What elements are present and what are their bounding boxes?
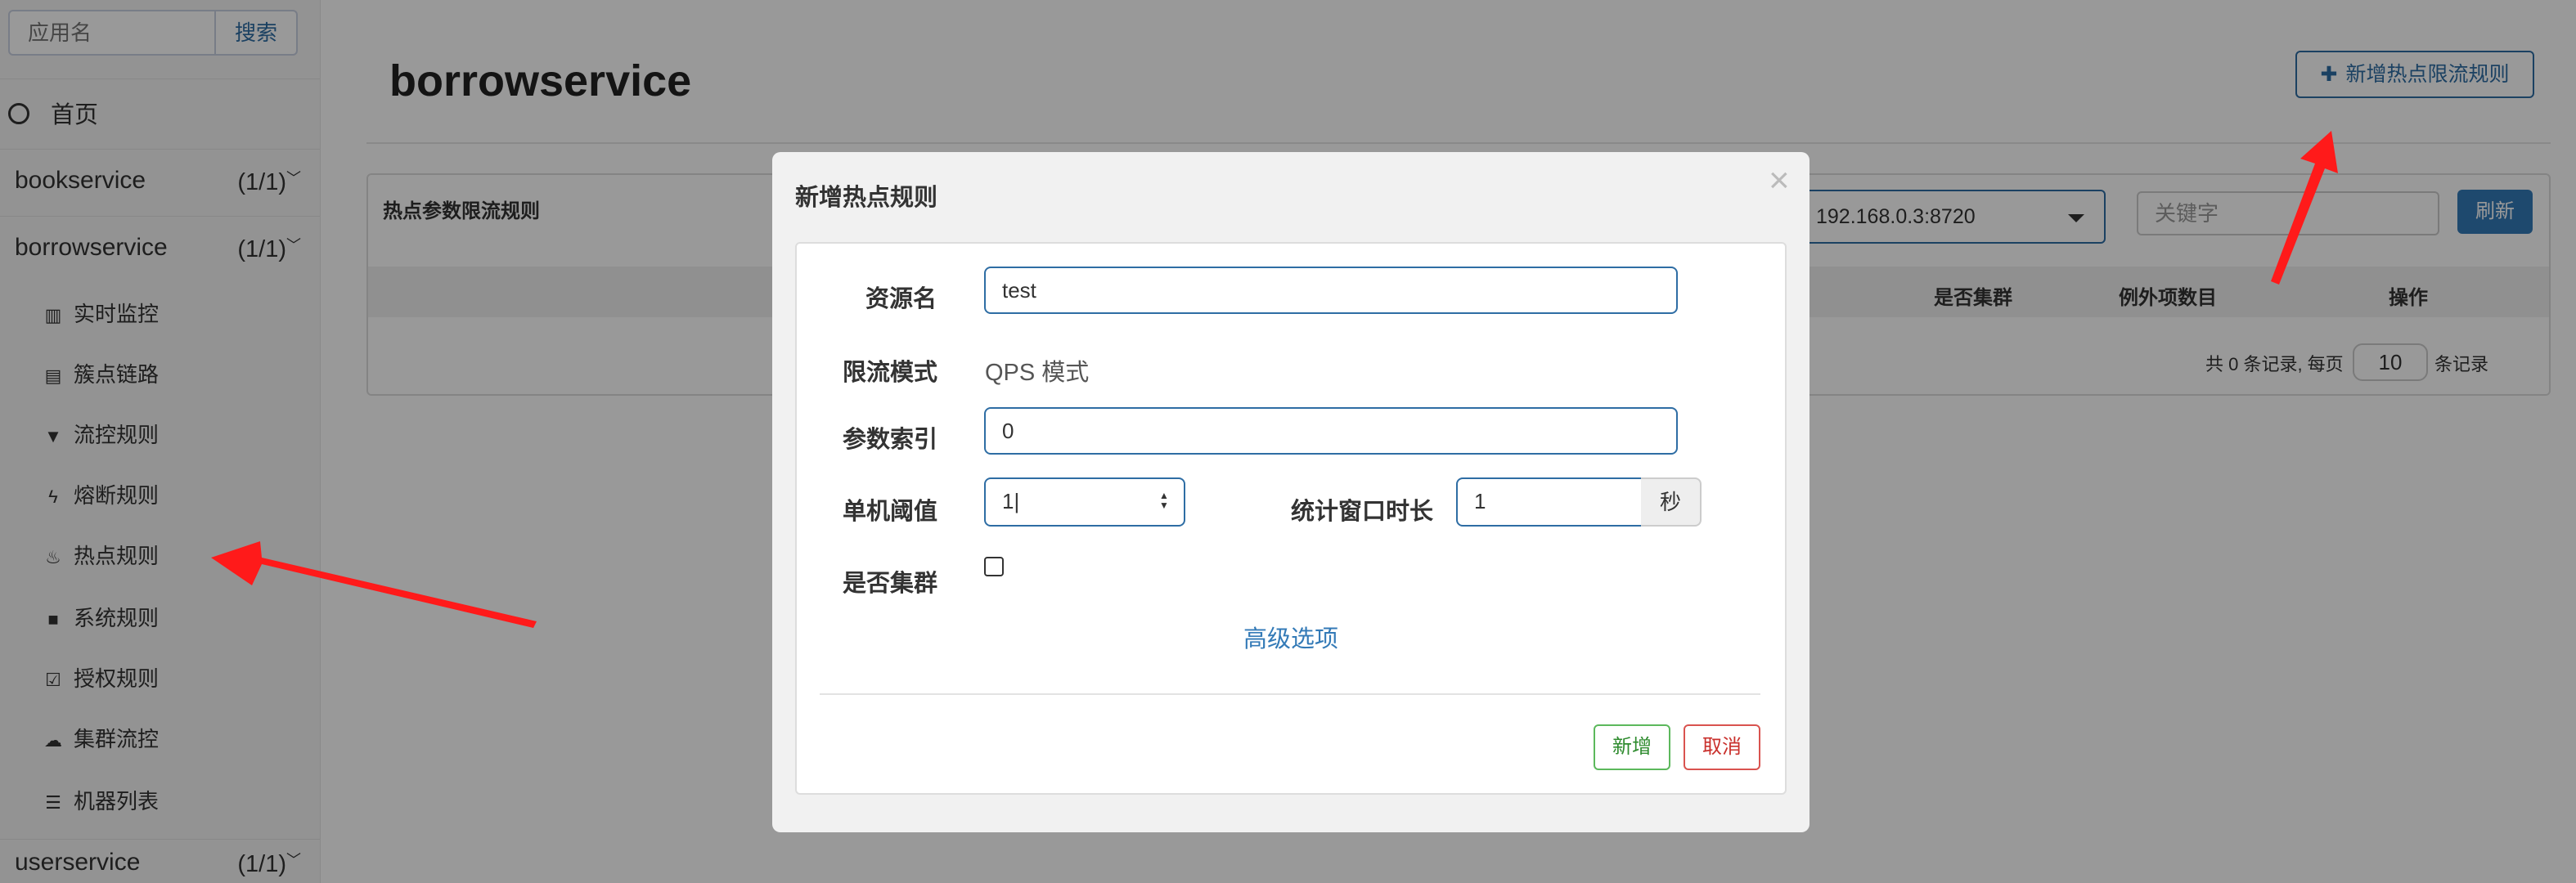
annotation-arrows — [211, 131, 2338, 628]
arrow-to-hotspot-menu-icon — [211, 541, 537, 628]
arrow-to-add-button-icon — [2271, 131, 2338, 285]
